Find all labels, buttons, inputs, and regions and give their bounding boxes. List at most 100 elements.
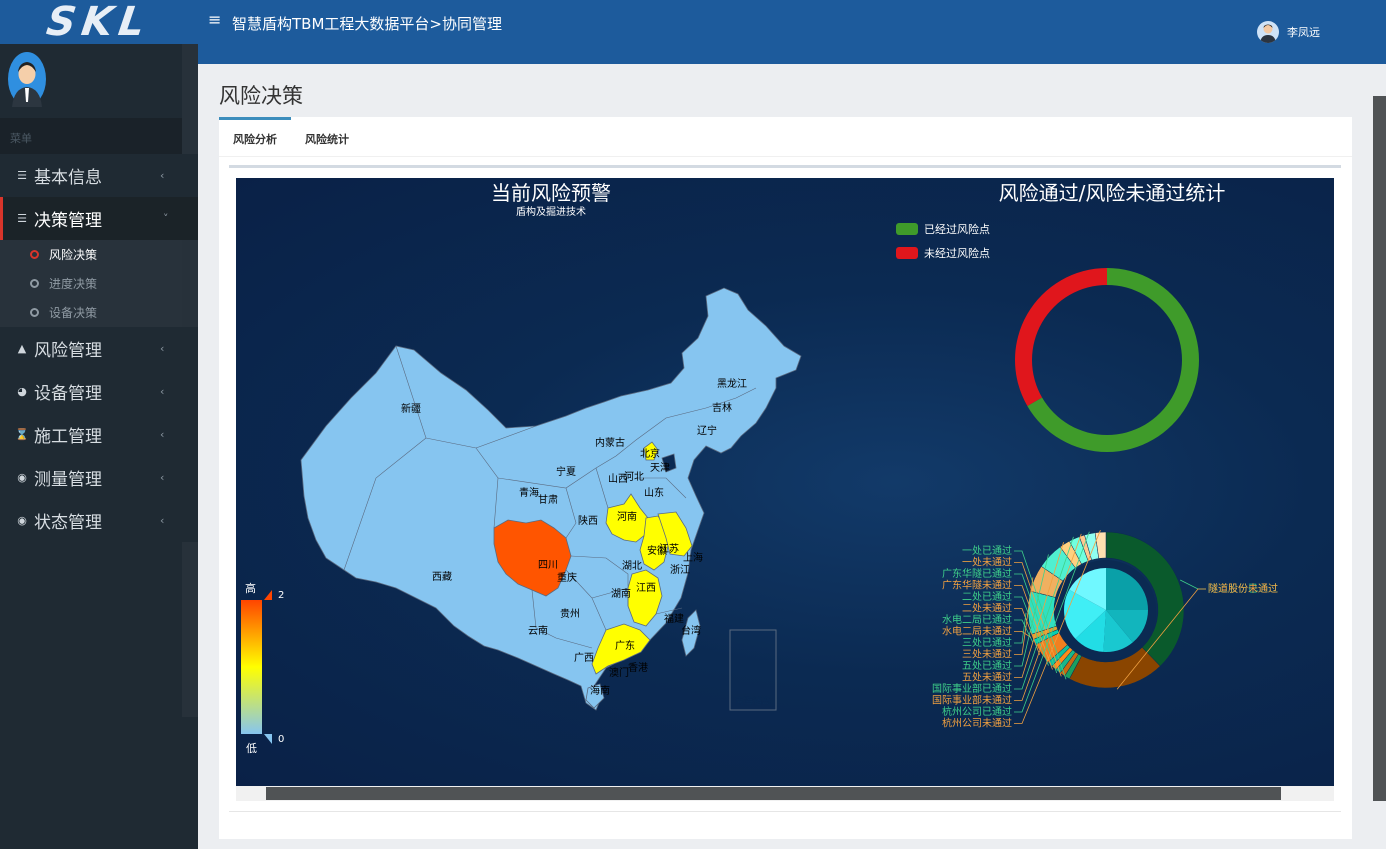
tab-risk-statistics[interactable]: 风险统计 xyxy=(291,117,363,156)
nested-pie-label: 二处已通过 xyxy=(962,590,1012,603)
nested-pie-label: 三处未通过 xyxy=(962,648,1012,661)
sidebar-item-label: 基本信息 xyxy=(34,168,102,188)
top-navbar: SKL ≡ 智慧盾构TBM工程大数据平台>协同管理 李凤远 xyxy=(0,0,1386,64)
menu-toggle-icon[interactable]: ≡ xyxy=(208,10,221,29)
nested-pie-label-line xyxy=(1179,579,1206,590)
logo[interactable]: SKL xyxy=(0,0,198,45)
nested-pie-label: 隧道股份未通过 xyxy=(1208,582,1278,595)
chevron-left-icon: ‹ xyxy=(160,342,165,355)
legend-label-failed: 未经过风险点 xyxy=(924,246,990,260)
legend-item-failed[interactable]: 未经过风险点 xyxy=(896,246,990,260)
legend-min-label: 0 xyxy=(278,734,284,745)
sidebar-item-risk-management[interactable]: ▲ 风险管理 ‹ xyxy=(0,327,198,370)
label-fujian: 福建 xyxy=(664,612,684,625)
nested-pie-label: 水电二局未通过 xyxy=(942,625,1012,638)
compass-icon: ◉ xyxy=(17,514,27,527)
visual-map-legend[interactable]: 高 2 0 低 xyxy=(241,581,284,755)
company-nested-pie[interactable] xyxy=(1027,531,1185,689)
sidebar-subitem-label: 设备决策 xyxy=(49,306,98,320)
label-hainan: 海南 xyxy=(590,684,610,697)
tab-bar: 风险分析 风险统计 xyxy=(219,117,1352,157)
chevron-left-icon: ‹ xyxy=(160,471,165,484)
legend-gradient-bar xyxy=(241,600,262,734)
donut-slice-failed[interactable] xyxy=(1015,268,1107,406)
sidebar-item-equipment-management[interactable]: ◕ 设备管理 ‹ xyxy=(0,370,198,413)
label-shanghai: 上海 xyxy=(683,551,703,564)
legend-min-handle[interactable] xyxy=(264,734,272,744)
chevron-down-icon: ˅ xyxy=(163,212,169,225)
sidebar-item-basic-info[interactable]: ☰ 基本信息 ‹ xyxy=(0,154,198,197)
horizontal-scrollbar[interactable] xyxy=(236,786,1334,801)
pie-legend[interactable]: 已经过风险点 未经过风险点 xyxy=(896,222,990,260)
sidebar-subitem-risk-decision[interactable]: 风险决策 xyxy=(0,240,198,269)
label-beijing: 北京 xyxy=(640,447,660,460)
content-panel: 风险分析 风险统计 当前风险预警 盾构及掘进技术 南海诸岛 新疆 西藏 青海 甘… xyxy=(219,117,1352,839)
tab-risk-analysis[interactable]: 风险分析 xyxy=(219,117,291,156)
chevron-left-icon: ‹ xyxy=(160,514,165,527)
sidebar-subitem-progress-decision[interactable]: 进度决策 xyxy=(0,269,198,298)
label-neimenggu: 内蒙古 xyxy=(595,436,625,449)
label-jiangxi: 江西 xyxy=(636,582,656,594)
graduation-cap-icon: ☰ xyxy=(17,169,27,182)
label-guangdong: 广东 xyxy=(615,639,635,652)
label-zhejiang: 浙江 xyxy=(670,564,690,576)
vertical-scrollbar[interactable] xyxy=(1373,96,1386,801)
label-yunnan: 云南 xyxy=(528,624,548,637)
sidebar-item-construction-management[interactable]: ⌛ 施工管理 ‹ xyxy=(0,413,198,456)
chart-canvas[interactable]: 当前风险预警 盾构及掘进技术 南海诸岛 新疆 西藏 青海 甘肃 宁夏 内蒙古 黑… xyxy=(236,178,1334,786)
legend-swatch-failed xyxy=(896,247,918,259)
sidebar-item-survey-management[interactable]: ◉ 测量管理 ‹ xyxy=(0,456,198,499)
sidebar-item-label: 状态管理 xyxy=(34,513,102,533)
label-xinjiang: 新疆 xyxy=(401,402,421,415)
sidebar-profile xyxy=(0,44,198,118)
label-xianggang: 香港 xyxy=(628,662,648,674)
label-sichuan: 四川 xyxy=(538,560,558,571)
label-ningxia: 宁夏 xyxy=(556,465,576,478)
label-henan: 河南 xyxy=(617,510,637,523)
circle-icon xyxy=(30,279,39,288)
legend-max-handle[interactable] xyxy=(264,590,272,600)
sidebar-item-label: 风险管理 xyxy=(34,341,102,361)
label-jilin: 吉林 xyxy=(712,401,732,414)
nested-pie-inner-slice[interactable] xyxy=(1106,568,1148,610)
sidebar-subitem-label: 进度决策 xyxy=(49,277,98,291)
label-xizang: 西藏 xyxy=(432,571,452,583)
bell-icon: ▲ xyxy=(17,342,27,355)
legend-label-passed: 已经过风险点 xyxy=(924,222,990,236)
legend-item-passed[interactable]: 已经过风险点 xyxy=(896,222,990,236)
label-hubei: 湖北 xyxy=(622,560,642,572)
nested-pie-label: 杭州公司未通过 xyxy=(942,717,1012,730)
sidebar-subitem-equipment-decision[interactable]: 设备决策 xyxy=(0,298,198,327)
nested-pie-label: 杭州公司已通过 xyxy=(942,705,1012,718)
label-aomen: 澳门 xyxy=(609,666,629,679)
label-gansu: 甘肃 xyxy=(538,493,558,506)
legend-high-label: 高 xyxy=(245,581,256,595)
sidebar-item-decision[interactable]: ☰ 决策管理 ˅ xyxy=(0,197,198,240)
page-title: 风险决策 xyxy=(219,84,303,108)
sidebar-item-label: 施工管理 xyxy=(34,427,102,447)
profile-avatar-icon xyxy=(8,52,46,107)
breadcrumb: 智慧盾构TBM工程大数据平台>协同管理 xyxy=(232,15,502,33)
sidebar-item-status-management[interactable]: ◉ 状态管理 ‹ xyxy=(0,499,198,542)
nested-pie-label: 广东华隧已通过 xyxy=(942,567,1012,580)
label-shanxi: 山西 xyxy=(608,473,628,485)
map-subtitle: 盾构及掘进技术 xyxy=(516,205,586,218)
label-qinghai: 青海 xyxy=(519,486,539,499)
binoculars-icon: ◉ xyxy=(17,471,27,484)
sidebar-submenu: 风险决策 进度决策 设备决策 xyxy=(0,240,198,327)
legend-max-label: 2 xyxy=(278,590,284,601)
user-name: 李凤远 xyxy=(1287,26,1320,39)
graduation-cap-icon: ☰ xyxy=(17,212,27,225)
label-chongqing: 重庆 xyxy=(557,571,577,584)
chevron-left-icon: ‹ xyxy=(160,169,165,182)
horizontal-scrollbar-thumb[interactable] xyxy=(266,787,1281,800)
chart-svg: 当前风险预警 盾构及掘进技术 南海诸岛 新疆 西藏 青海 甘肃 宁夏 内蒙古 黑… xyxy=(241,181,1278,755)
pass-fail-donut[interactable] xyxy=(1015,268,1199,452)
hourglass-icon: ⌛ xyxy=(15,428,29,441)
nested-pie-label: 广东华隧未通过 xyxy=(942,579,1012,592)
menu-header: 菜单 xyxy=(0,118,198,154)
user-menu[interactable]: 李凤远 xyxy=(1257,21,1320,43)
sidebar-item-label: 设备管理 xyxy=(34,384,102,404)
nested-pie-label: 五处未通过 xyxy=(962,671,1012,684)
chevron-left-icon: ‹ xyxy=(160,385,165,398)
